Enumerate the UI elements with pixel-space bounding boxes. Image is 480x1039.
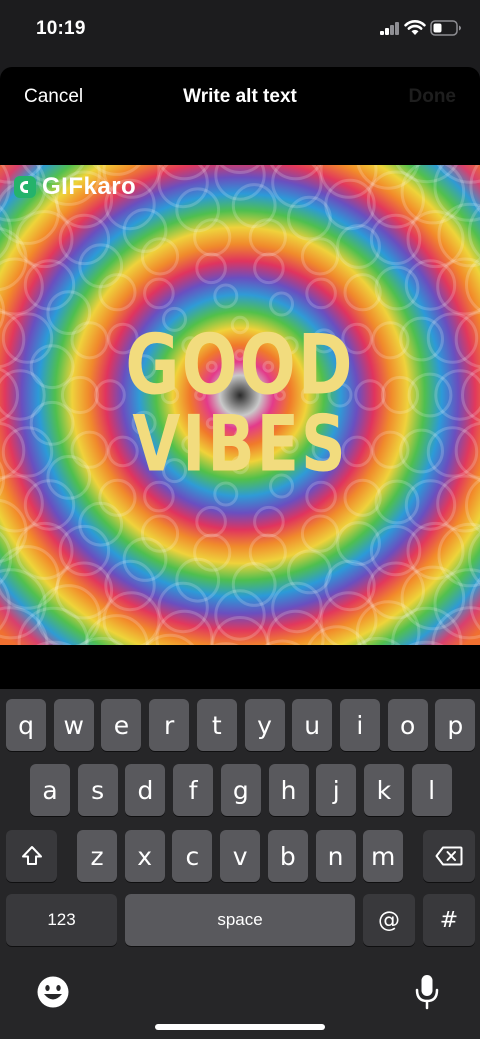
cellular-signal-icon: [380, 22, 400, 35]
key-u[interactable]: u: [292, 699, 333, 751]
nav-bar: Cancel Write alt text Done: [0, 67, 480, 127]
key-h[interactable]: h: [268, 764, 309, 816]
key-a[interactable]: a: [30, 764, 70, 816]
key-z[interactable]: z: [77, 830, 117, 882]
key-p[interactable]: p: [435, 699, 476, 751]
gif-caption-line1: GOOD: [125, 317, 355, 414]
shift-icon: [21, 846, 42, 865]
key-s[interactable]: s: [77, 764, 118, 816]
gif-caption-line2: VIBES: [132, 397, 348, 489]
gif-preview: GIFkaro GOOD VIBES: [0, 165, 480, 645]
key-o[interactable]: o: [387, 699, 428, 751]
microphone-icon[interactable]: [414, 973, 440, 1011]
key-t[interactable]: t: [196, 699, 237, 751]
key-x[interactable]: x: [124, 830, 165, 882]
key-v[interactable]: v: [220, 830, 261, 882]
key-f[interactable]: f: [173, 764, 214, 816]
numbers-key[interactable]: 123: [6, 894, 117, 946]
key-g[interactable]: g: [220, 764, 261, 816]
delete-icon: [435, 846, 463, 866]
key-d[interactable]: d: [125, 764, 166, 816]
delete-key[interactable]: [423, 830, 475, 882]
gifkaro-logo-icon: [14, 176, 36, 198]
home-indicator: [155, 1024, 325, 1030]
hash-key[interactable]: #: [423, 894, 475, 946]
key-r[interactable]: r: [149, 699, 190, 751]
key-q[interactable]: q: [6, 699, 46, 751]
key-k[interactable]: k: [363, 764, 404, 816]
key-n[interactable]: n: [315, 830, 356, 882]
key-m[interactable]: m: [363, 830, 404, 882]
emoji-icon[interactable]: [36, 975, 70, 1009]
key-c[interactable]: c: [172, 830, 213, 882]
keyboard: qwertyuiop asdfghjkl zxcvbnm 123 space @…: [0, 689, 480, 1039]
key-y[interactable]: y: [244, 699, 285, 751]
key-e[interactable]: e: [101, 699, 142, 751]
key-j[interactable]: j: [316, 764, 357, 816]
key-b[interactable]: b: [267, 830, 308, 882]
space-key[interactable]: space: [125, 894, 355, 946]
alt-text-sheet: Cancel Write alt text Done GIFkaro GOOD …: [0, 67, 480, 689]
gifkaro-watermark: GIFkaro: [14, 173, 136, 201]
key-i[interactable]: i: [339, 699, 380, 751]
watermark-text: GIFkaro: [42, 173, 137, 200]
key-l[interactable]: l: [411, 764, 452, 816]
status-bar: 10:19: [0, 0, 480, 62]
at-key[interactable]: @: [363, 894, 415, 946]
shift-key[interactable]: [6, 830, 57, 882]
done-button[interactable]: Done: [409, 86, 457, 108]
key-w[interactable]: w: [53, 699, 94, 751]
battery-icon: [430, 20, 461, 36]
wifi-icon: [404, 20, 426, 35]
status-time: 10:19: [36, 18, 86, 39]
